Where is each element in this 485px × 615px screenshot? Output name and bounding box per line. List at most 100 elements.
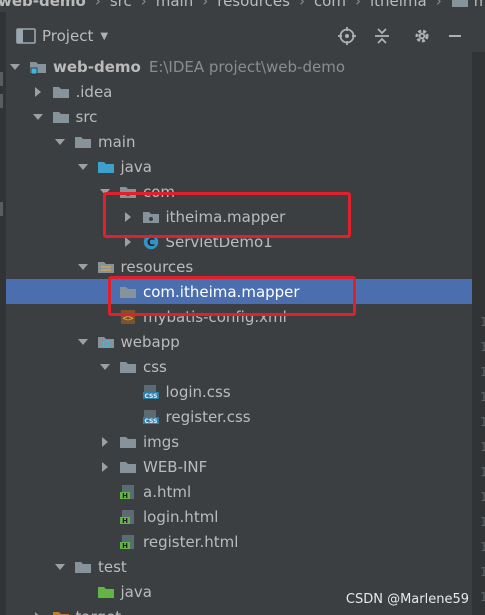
- breadcrumb-item[interactable]: com: [314, 0, 346, 10]
- project-toolwindow-header: Project ▼: [6, 20, 472, 52]
- collapse-all-icon[interactable]: [372, 26, 392, 46]
- module-path: E:\IDEA project\web-demo: [148, 57, 345, 76]
- gutter-line-number-fragment: 1: [480, 590, 485, 604]
- chevron-right-icon[interactable]: [99, 436, 111, 448]
- tree-node[interactable]: WEB-INF: [6, 454, 472, 479]
- gutter-line-number-fragment: 1: [480, 565, 485, 579]
- project-view-selector[interactable]: Project ▼: [16, 27, 108, 45]
- tree-node-label: WEB-INF: [143, 457, 208, 476]
- gutter-line-number-fragment: 1: [480, 490, 485, 504]
- tree-node[interactable]: webapp: [6, 329, 472, 354]
- folder-icon: [119, 459, 137, 475]
- chevron-down-icon[interactable]: [9, 61, 21, 73]
- chevron-down-icon[interactable]: [77, 161, 89, 173]
- gutter-line-number-fragment: 1: [480, 390, 485, 404]
- breadcrumb-separator-icon: ›: [435, 0, 442, 10]
- breadcrumb-separator-icon: ›: [202, 0, 209, 10]
- tree-node-label: css: [143, 357, 167, 376]
- tree-node-label: java: [120, 157, 152, 176]
- breadcrumb: web-demo › src › main › resources › com › itheima ›…: [0, 0, 485, 12]
- breadcrumb-item[interactable]: src: [110, 0, 132, 10]
- tree-node-label: .idea: [75, 82, 113, 101]
- breadcrumb-item-label: mapper: [473, 0, 485, 10]
- svg-text:CSS: CSS: [144, 393, 157, 400]
- tree-node[interactable]: test: [6, 554, 472, 579]
- highlight-box-com-itheima-mapper: [108, 276, 356, 316]
- breadcrumb-item-label: main: [155, 0, 194, 10]
- minimize-icon[interactable]: [445, 26, 465, 46]
- tree-node-label: register.html: [143, 532, 239, 551]
- tree-node[interactable]: Hregister.html: [6, 529, 472, 554]
- test-source-folder-icon: [97, 584, 115, 600]
- tree-node-label: a.html: [143, 482, 192, 501]
- tree-node[interactable]: src: [6, 104, 472, 129]
- gutter-line-number-fragment: 1: [480, 315, 485, 329]
- chevron-down-icon: ▼: [100, 30, 109, 42]
- tree-node-label: web-demo: [53, 57, 141, 76]
- breadcrumb-item[interactable]: mapper: [451, 0, 485, 10]
- highlight-box-itheima-mapper: [103, 192, 351, 238]
- chevron-down-icon[interactable]: [54, 561, 66, 573]
- tree-node[interactable]: imgs: [6, 429, 472, 454]
- editor-gutter: 1 1 1 1 1 1 1 1 1 1 1 1: [472, 52, 485, 615]
- tree-node[interactable]: .idea: [6, 79, 472, 104]
- tree-node-label: webapp: [120, 332, 180, 351]
- chevron-down-icon[interactable]: [99, 361, 111, 373]
- svg-text:H: H: [122, 542, 128, 550]
- breadcrumb-item[interactable]: web-demo: [0, 0, 86, 10]
- breadcrumb-item-label: com: [313, 0, 346, 10]
- breadcrumb-item-label: web-demo: [0, 0, 86, 10]
- locate-icon[interactable]: [337, 26, 357, 46]
- breadcrumb-item-label: resources: [217, 0, 290, 10]
- tree-node-label: resources: [120, 257, 194, 276]
- tree-node-label: login.css: [165, 382, 231, 401]
- tree-node[interactable]: web-demo E:\IDEA project\web-demo: [6, 54, 472, 79]
- gear-icon[interactable]: [412, 26, 432, 46]
- tree-node-label: register.css: [165, 407, 251, 426]
- chevron-down-icon[interactable]: [77, 336, 89, 348]
- chevron-right-icon[interactable]: [32, 86, 44, 98]
- tree-node[interactable]: main: [6, 129, 472, 154]
- breadcrumb-item-label: src: [109, 0, 132, 10]
- watermark: CSDN @Marlene59: [345, 592, 469, 607]
- breadcrumb-separator-icon: ›: [354, 0, 361, 10]
- gutter-line-number-fragment: 1: [480, 415, 485, 429]
- gutter-line-number-fragment: 1: [480, 340, 485, 354]
- chevron-down-icon[interactable]: [32, 111, 44, 123]
- folder-icon: [52, 109, 70, 125]
- chevron-right-icon[interactable]: [32, 611, 44, 615]
- tree-node[interactable]: css: [6, 354, 472, 379]
- tree-node[interactable]: CSS login.css: [6, 379, 472, 404]
- svg-text:CSS: CSS: [144, 418, 157, 425]
- html-file-icon: H: [119, 534, 137, 550]
- breadcrumb-item[interactable]: itheima: [370, 0, 427, 10]
- folder-icon: [451, 0, 468, 7]
- chevron-down-icon[interactable]: [54, 136, 66, 148]
- breadcrumb-separator-icon: ›: [298, 0, 305, 10]
- breadcrumb-separator-icon: ›: [140, 0, 147, 10]
- folder-icon: [52, 84, 70, 100]
- module-icon: [29, 59, 47, 75]
- tree-node[interactable]: Ha.html: [6, 479, 472, 504]
- tree-node[interactable]: Hlogin.html: [6, 504, 472, 529]
- chevron-right-icon[interactable]: [99, 461, 111, 473]
- folder-icon: [119, 359, 137, 375]
- gutter-line-number-fragment: 1: [480, 465, 485, 479]
- tree-node[interactable]: CSS register.css: [6, 404, 472, 429]
- tree-node[interactable]: java: [6, 154, 472, 179]
- breadcrumb-item[interactable]: main: [156, 0, 193, 10]
- html-file-icon: H: [119, 484, 137, 500]
- tree-node-label: imgs: [143, 432, 180, 451]
- css-file-icon: CSS: [142, 409, 160, 425]
- resources-folder-icon: [97, 259, 115, 275]
- project-window-icon: [16, 28, 36, 44]
- breadcrumb-item[interactable]: resources: [217, 0, 290, 10]
- css-file-icon: CSS: [142, 384, 160, 400]
- project-tree: web-demo E:\IDEA project\web-demo .idea src…: [6, 52, 472, 615]
- toolwindow-title: Project: [42, 27, 94, 45]
- svg-text:H: H: [122, 492, 128, 500]
- tree-node-label: target: [76, 608, 122, 615]
- chevron-down-icon[interactable]: [77, 261, 89, 273]
- tree-node-label: java: [120, 582, 152, 601]
- tree-node-label: src: [75, 107, 98, 126]
